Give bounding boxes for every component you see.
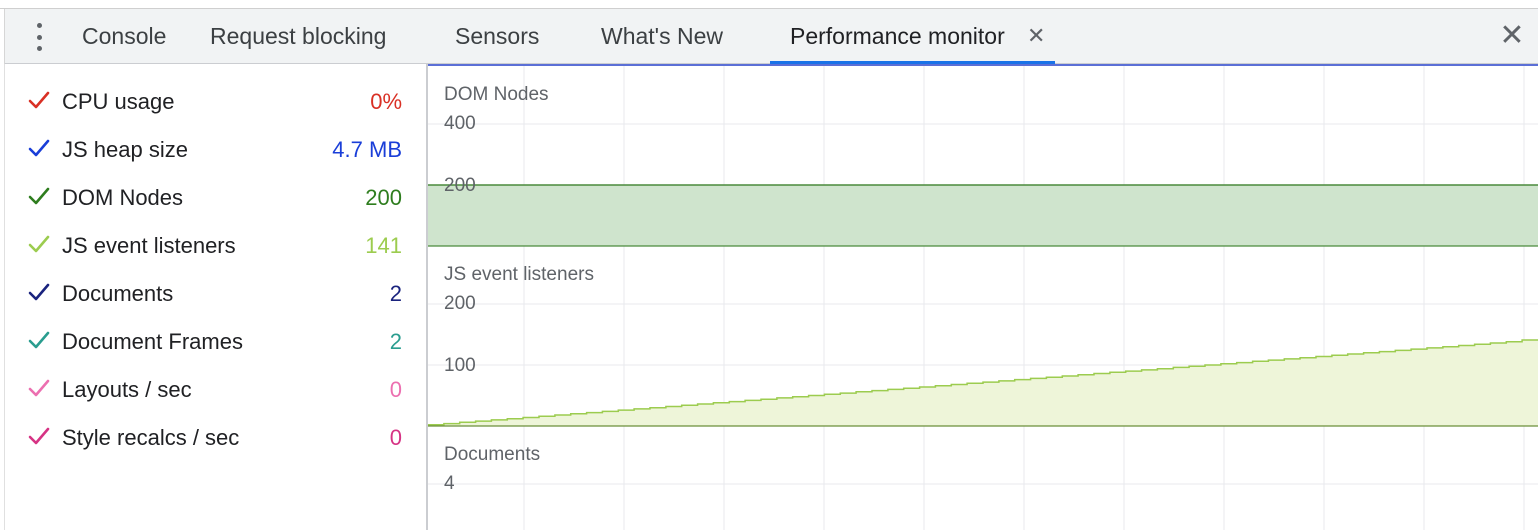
kebab-menu-icon — [36, 23, 42, 28]
metrics-sidebar: CPU usage 0% JS heap size 4.7 MB DOM Nodes 20… — [0, 64, 426, 530]
metric-value: 0% — [370, 89, 402, 114]
checkmark-icon[interactable] — [28, 184, 50, 208]
charts-canvas — [428, 64, 1538, 530]
checkmark-icon[interactable] — [28, 424, 50, 448]
metric-value: 2 — [389, 281, 402, 306]
metric-value: 0 — [389, 425, 402, 450]
metric-value: 141 — [365, 233, 402, 258]
left-edge — [0, 64, 5, 530]
metric-document-frames[interactable]: Document Frames 2 — [24, 322, 404, 362]
close-drawer-button[interactable]: ✕ — [1498, 21, 1526, 51]
tick-label: 100 — [444, 355, 476, 376]
metric-value: 0 — [389, 377, 402, 402]
metric-value: 2 — [389, 329, 402, 354]
chart-title-documents: Documents — [444, 444, 541, 465]
tab-request-blocking[interactable]: Request blocking — [210, 9, 386, 64]
metric-js-heap-size[interactable]: JS heap size 4.7 MB — [24, 130, 404, 170]
panel-top-border — [0, 0, 1538, 9]
metric-cpu-usage[interactable]: CPU usage 0% — [24, 82, 404, 122]
metric-documents[interactable]: Documents 2 — [24, 274, 404, 314]
checkmark-icon[interactable] — [28, 376, 50, 400]
tick-label: 400 — [444, 113, 476, 134]
metric-style-recalcs-per-sec[interactable]: Style recalcs / sec 0 — [24, 418, 404, 458]
checkmark-icon[interactable] — [28, 328, 50, 352]
chart-title-js-event-listeners: JS event listeners — [444, 264, 594, 285]
metric-layouts-per-sec[interactable]: Layouts / sec 0 — [24, 370, 404, 410]
metric-dom-nodes[interactable]: DOM Nodes 200 — [24, 178, 404, 218]
chart-title-dom-nodes: DOM Nodes — [444, 84, 549, 105]
metric-label: JS event listeners — [62, 233, 236, 258]
metric-value: 4.7 MB — [332, 137, 402, 162]
drawer-tab-bar: Console Request blocking Sensors What's … — [0, 9, 1538, 64]
kebab-menu-icon-dot — [36, 46, 42, 51]
checkmark-icon[interactable] — [28, 280, 50, 304]
checkmark-icon[interactable] — [28, 136, 50, 160]
metric-label: JS heap size — [62, 137, 188, 162]
left-edge — [0, 9, 5, 64]
kebab-menu-icon-dot — [36, 34, 42, 40]
metric-label: CPU usage — [62, 89, 175, 114]
tab-sensors[interactable]: Sensors — [455, 9, 539, 64]
performance-charts: DOM Nodes 400 200 JS event listeners 200… — [428, 64, 1538, 530]
tab-console[interactable]: Console — [82, 9, 166, 64]
tick-label: 200 — [444, 293, 476, 314]
close-icon[interactable]: ✕ — [1027, 24, 1045, 48]
metric-label: Documents — [62, 281, 174, 306]
metric-label: Style recalcs / sec — [62, 425, 240, 450]
tab-whats-new[interactable]: What's New — [601, 9, 723, 64]
dom-nodes-area — [428, 185, 1538, 246]
metric-js-event-listeners[interactable]: JS event listeners 141 — [24, 226, 404, 266]
metric-label: Document Frames — [62, 329, 243, 354]
metric-label: DOM Nodes — [62, 185, 184, 210]
checkmark-icon[interactable] — [28, 232, 50, 256]
more-tabs-menu-button[interactable] — [30, 23, 48, 51]
tab-performance-monitor[interactable]: Performance monitor — [790, 9, 1005, 64]
metric-label: Layouts / sec — [62, 377, 192, 402]
tick-label: 200 — [444, 175, 476, 196]
checkmark-icon[interactable] — [28, 88, 50, 112]
tick-label: 4 — [444, 473, 455, 494]
metric-value: 200 — [365, 185, 402, 210]
